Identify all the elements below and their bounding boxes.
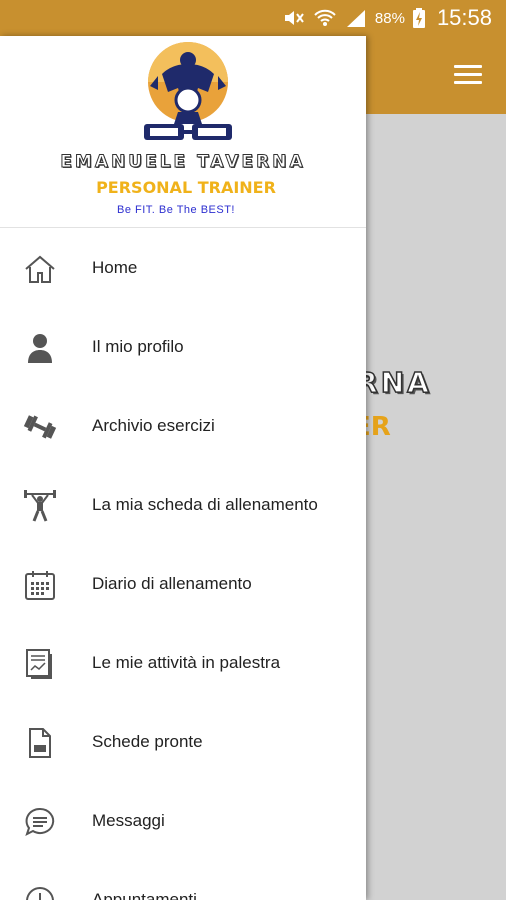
menu-item-workout-plan[interactable]: La mia scheda di allenamento [0, 466, 366, 545]
drawer-header: EMANUELE TAVERNA PERSONAL TRAINER Be FIT… [0, 36, 366, 228]
menu-item-exercise-archive[interactable]: Archivio esercizi [0, 387, 366, 466]
menu-item-profile[interactable]: Il mio profilo [0, 308, 366, 387]
menu-item-appointments[interactable]: Appuntamenti [0, 861, 366, 900]
battery-charging-icon [412, 8, 425, 28]
menu-item-label: Appuntamenti [92, 890, 197, 900]
status-icons: 88% 15:58 [283, 0, 492, 36]
hamburger-menu-icon[interactable] [454, 65, 482, 85]
calendar-icon [22, 569, 58, 601]
activity-report-icon [22, 648, 58, 680]
document-icon [22, 727, 58, 759]
menu-item-training-diary[interactable]: Diario di allenamento [0, 545, 366, 624]
brand-motto: Be FIT. Be The BEST! [116, 204, 235, 216]
menu-item-label: Diario di allenamento [92, 574, 252, 593]
signal-icon [346, 10, 365, 27]
menu-item-label: La mia scheda di allenamento [92, 495, 318, 514]
mute-icon [284, 11, 304, 25]
person-icon [22, 332, 58, 364]
menu-item-messages[interactable]: Messaggi [0, 782, 366, 861]
menu-item-label: Messaggi [92, 811, 165, 830]
brand-role: PERSONAL TRAINER [96, 178, 276, 197]
battery-percentage: 88% [374, 9, 405, 27]
brand-name: EMANUELE TAVERNA [60, 152, 306, 173]
menu-item-gym-activities[interactable]: Le mie attività in palestra [0, 624, 366, 703]
clock-icon [22, 885, 58, 900]
bodybuilder-logo [144, 42, 232, 140]
status-bar: 88% 15:58 [0, 0, 506, 36]
dumbbell-icon [22, 411, 58, 443]
message-icon [22, 806, 58, 838]
menu-item-label: Home [92, 258, 138, 277]
menu-item-label: Le mie attività in palestra [92, 653, 281, 672]
clock: 15:58 [436, 5, 492, 30]
menu-item-label: Il mio profilo [92, 337, 184, 356]
menu-item-label: Archivio esercizi [92, 416, 215, 435]
menu-item-label: Schede pronte [92, 732, 203, 751]
home-icon [22, 253, 58, 285]
navigation-drawer: EMANUELE TAVERNA PERSONAL TRAINER Be FIT… [0, 36, 366, 900]
wifi-icon [314, 9, 336, 26]
menu-item-ready-plans[interactable]: Schede pronte [0, 703, 366, 782]
weightlifter-icon [22, 490, 58, 522]
menu-item-home[interactable]: Home [0, 229, 366, 308]
